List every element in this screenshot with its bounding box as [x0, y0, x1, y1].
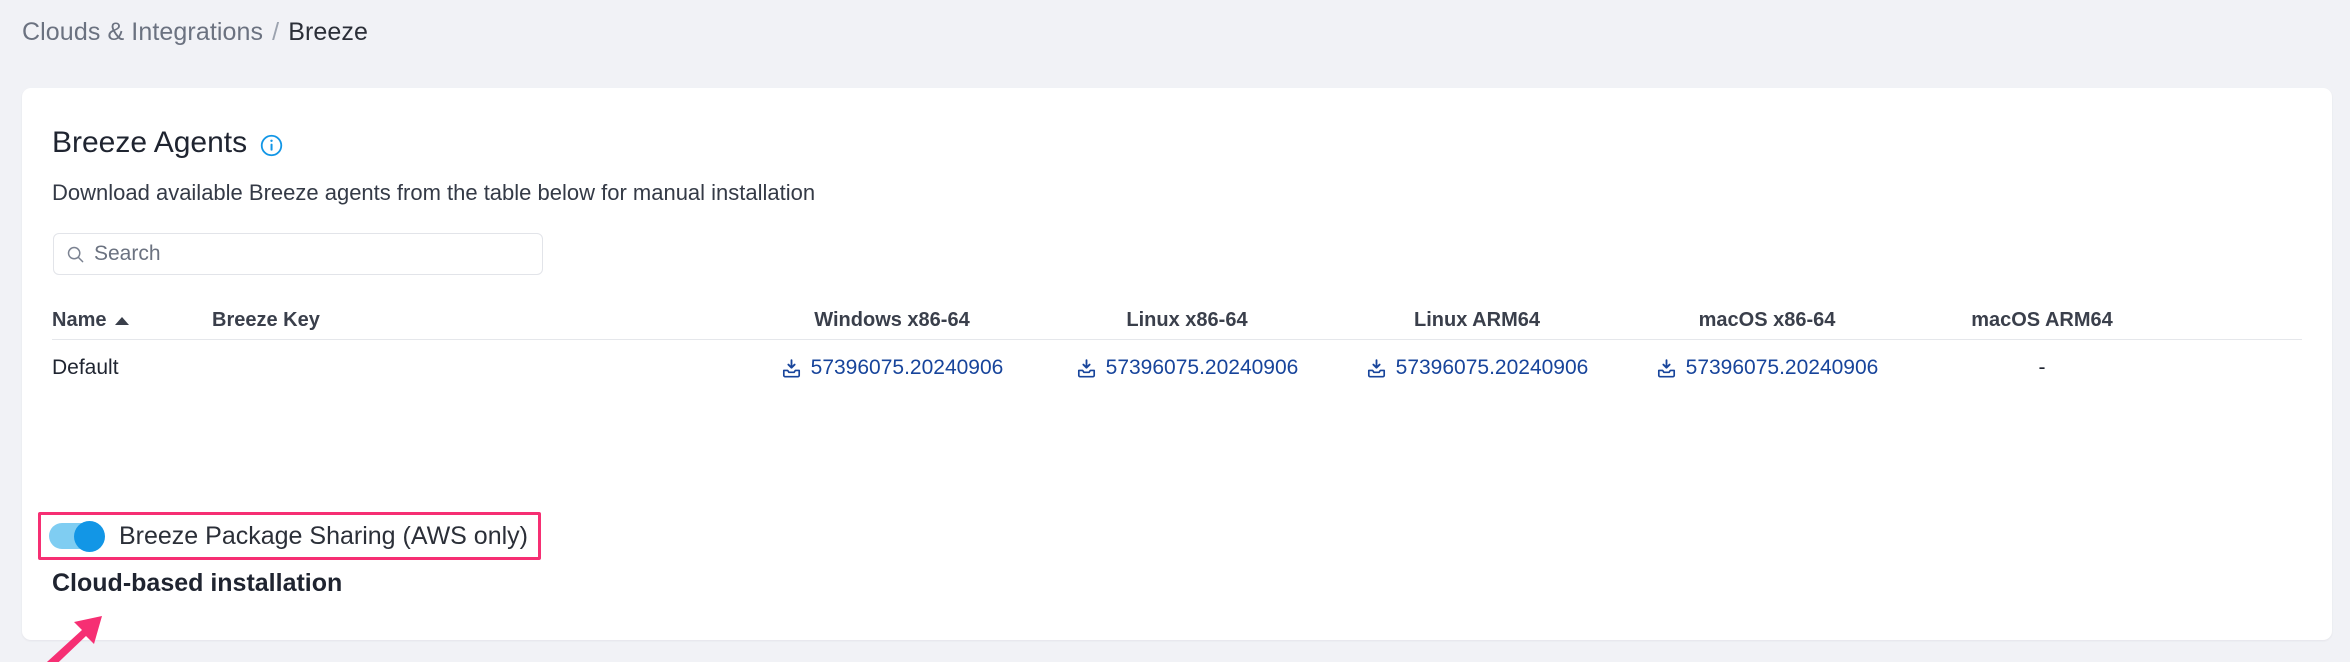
download-link-linux-arm-label: 57396075.20240906	[1396, 356, 1589, 380]
download-link-macos-x86-64[interactable]: 57396075.20240906	[1656, 356, 1879, 380]
cell-macos-arm64: -	[1912, 356, 2172, 380]
cell-name: Default	[52, 356, 212, 380]
page-title: Breeze Agents	[52, 128, 247, 158]
column-header-breeze-key[interactable]: Breeze Key	[212, 309, 742, 339]
column-header-linux-arm64[interactable]: Linux ARM64	[1332, 309, 1622, 339]
column-header-macos-x86-64[interactable]: macOS x86-64	[1622, 309, 1912, 339]
breeze-agents-card: Breeze Agents Download available Breeze …	[22, 88, 2332, 640]
download-link-macos-x86-label: 57396075.20240906	[1686, 356, 1879, 380]
sort-ascending-icon	[115, 317, 129, 325]
breadcrumb-item-clouds-integrations[interactable]: Clouds & Integrations	[22, 18, 263, 47]
download-link-linux-x86-label: 57396075.20240906	[1106, 356, 1299, 380]
search-input[interactable]	[94, 242, 530, 266]
breadcrumb: Clouds & Integrations / Breeze	[22, 18, 368, 47]
toggle-knob	[74, 521, 105, 552]
column-header-macos-arm64[interactable]: macOS ARM64	[1912, 309, 2172, 339]
search-box[interactable]	[53, 233, 543, 275]
breeze-package-sharing-label: Breeze Package Sharing (AWS only)	[119, 522, 528, 551]
column-header-macos-arm-label: macOS ARM64	[1971, 309, 2113, 332]
macos-arm64-empty-value: -	[2039, 356, 2046, 380]
breeze-package-sharing-toggle[interactable]	[49, 521, 103, 551]
column-header-linux-x86-64[interactable]: Linux x86-64	[1042, 309, 1332, 339]
column-header-windows-label: Windows x86-64	[814, 309, 969, 332]
column-header-macos-x86-label: macOS x86-64	[1699, 309, 1836, 332]
cell-linux-x86-64: 57396075.20240906	[1042, 356, 1332, 380]
download-inbox-icon	[1366, 358, 1387, 379]
info-circle-icon[interactable]	[260, 134, 283, 157]
cell-linux-arm64: 57396075.20240906	[1332, 356, 1622, 380]
download-link-windows-label: 57396075.20240906	[811, 356, 1004, 380]
annotation-arrow-icon	[30, 608, 150, 662]
card-subtitle: Download available Breeze agents from th…	[52, 180, 815, 206]
cell-windows-x86-64: 57396075.20240906	[742, 356, 1042, 380]
download-link-linux-x86-64[interactable]: 57396075.20240906	[1076, 356, 1299, 380]
breadcrumb-item-breeze: Breeze	[288, 18, 368, 47]
column-header-breeze-key-label: Breeze Key	[212, 309, 320, 332]
search-icon	[66, 245, 85, 264]
breadcrumb-separator: /	[272, 18, 279, 47]
cloud-based-installation-title: Cloud-based installation	[52, 569, 342, 598]
column-header-name[interactable]: Name	[52, 309, 212, 339]
download-inbox-icon	[1076, 358, 1097, 379]
download-inbox-icon	[781, 358, 802, 379]
breeze-agents-table: Name Breeze Key Windows x86-64 Linux x86…	[52, 296, 2302, 396]
download-inbox-icon	[1656, 358, 1677, 379]
page-root: Clouds & Integrations / Breeze Breeze Ag…	[0, 0, 2350, 662]
download-link-windows-x86-64[interactable]: 57396075.20240906	[781, 356, 1004, 380]
column-header-windows-x86-64[interactable]: Windows x86-64	[742, 309, 1042, 339]
cell-macos-x86-64: 57396075.20240906	[1622, 356, 1912, 380]
column-header-linux-x86-label: Linux x86-64	[1126, 309, 1247, 332]
column-header-name-label: Name	[52, 309, 106, 332]
table-row: Default 57396075.20240906	[52, 340, 2302, 396]
download-link-linux-arm64[interactable]: 57396075.20240906	[1366, 356, 1589, 380]
table-header-row: Name Breeze Key Windows x86-64 Linux x86…	[52, 296, 2302, 340]
column-header-linux-arm-label: Linux ARM64	[1414, 309, 1540, 332]
card-header: Breeze Agents	[52, 108, 283, 178]
breeze-package-sharing-row[interactable]: Breeze Package Sharing (AWS only)	[38, 512, 541, 560]
